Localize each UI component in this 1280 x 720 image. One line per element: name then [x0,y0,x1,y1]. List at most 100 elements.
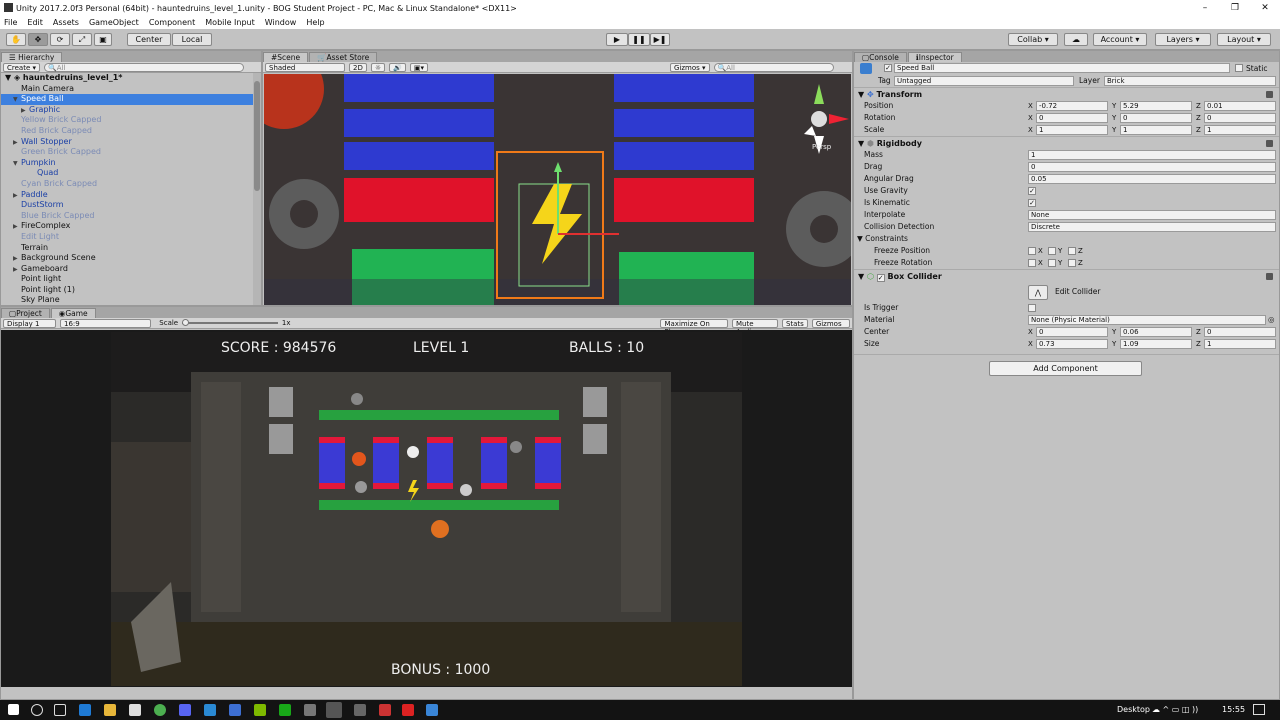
is-trigger-checkbox[interactable] [1028,304,1036,312]
object-name-field[interactable]: Speed Ball [894,63,1230,73]
app-icon-1[interactable] [179,704,191,716]
tray-icons[interactable]: ☁ ^ ▭ ◫ )) [1152,705,1198,714]
step-button[interactable]: ▶❚ [650,33,670,46]
constraints-row[interactable]: ▼ Constraints [854,233,1279,245]
collab-button[interactable]: Collab ▾ [1008,33,1058,46]
cloud-icon[interactable]: ☁ [1064,33,1088,46]
hierarchy-item[interactable]: Main Camera [1,84,261,95]
audio-toggle-icon[interactable]: 🔊 [389,62,406,72]
app-icon-2[interactable] [204,704,216,716]
tag-dropdown[interactable]: Untagged [894,76,1074,86]
menu-gameobject[interactable]: GameObject [89,18,139,27]
hierarchy-item[interactable]: ▼ Speed Ball [1,94,261,105]
transform-x-field[interactable]: 1 [1036,125,1108,135]
hand-tool-icon[interactable]: ✋ [6,33,26,46]
transform-z-field[interactable]: 0.01 [1204,101,1276,111]
scene-viewport[interactable]: Persp [264,74,851,305]
center-x-field[interactable]: 0 [1036,327,1108,337]
hierarchy-item[interactable]: ▶ Background Scene [1,253,261,264]
freeze-pos-y-checkbox[interactable] [1048,247,1056,255]
tab-scene[interactable]: #Scene [263,52,309,62]
app-icon-5[interactable] [279,704,291,716]
store-icon[interactable] [129,704,141,716]
interpolate-dropdown[interactable]: None [1028,210,1276,220]
desktop-toolbar-label[interactable]: Desktop [1117,705,1150,714]
hierarchy-scroll-thumb[interactable] [254,81,260,191]
scene-root[interactable]: ▼ ◈ hauntedruins_level_1* [1,73,261,84]
hierarchy-item[interactable]: ▶ Paddle [1,190,261,201]
layout-dropdown[interactable]: Layout ▾ [1217,33,1271,46]
shading-mode-dropdown[interactable]: Shaded [265,62,345,72]
scale-slider[interactable] [182,319,278,326]
freeze-pos-x-checkbox[interactable] [1028,247,1036,255]
file-explorer-icon[interactable] [104,704,116,716]
transform-header[interactable]: ▼ ✥ Transform [854,87,1279,100]
tab-hierarchy[interactable]: ☰ Hierarchy [1,52,63,62]
maximize-on-play-toggle[interactable]: Maximize On Play [660,318,728,336]
object-active-checkbox[interactable]: ✓ [884,64,892,72]
lighting-toggle-icon[interactable]: ☼ [370,62,386,72]
menu-window[interactable]: Window [265,18,297,27]
hierarchy-item[interactable]: Blue Brick Capped [1,211,261,222]
clock[interactable]: 15:55 [1222,705,1245,714]
layer-dropdown[interactable]: Brick [1104,76,1276,86]
layers-dropdown[interactable]: Layers ▾ [1155,33,1211,46]
static-checkbox[interactable] [1235,64,1243,72]
rigidbody-header[interactable]: ▼ ⬢ Rigidbody [854,136,1279,149]
account-dropdown[interactable]: Account ▾ [1093,33,1147,46]
hierarchy-item[interactable]: Sky Plane [1,295,261,306]
maximize-button[interactable]: ❐ [1220,0,1250,16]
move-tool-icon[interactable]: ✥ [28,33,48,46]
freeze-rot-z-checkbox[interactable] [1068,259,1076,267]
edge-browser-icon[interactable] [79,704,91,716]
menu-help[interactable]: Help [306,18,324,27]
hierarchy-item[interactable]: ▶ FireComplex [1,221,261,232]
rigidbody-settings-icon[interactable] [1266,140,1273,147]
app-icon-7[interactable] [354,704,366,716]
unity-taskbar-icon[interactable] [326,702,342,718]
menu-component[interactable]: Component [149,18,195,27]
display-dropdown[interactable]: Display 1 [3,318,56,328]
box-collider-settings-icon[interactable] [1266,273,1273,280]
menu-assets[interactable]: Assets [53,18,79,27]
app-icon-9[interactable] [402,704,414,716]
persp-label[interactable]: Persp [812,143,832,151]
app-icon-4[interactable] [254,704,266,716]
hierarchy-item[interactable]: ▼ Pumpkin [1,158,261,169]
game-gizmos-dropdown[interactable]: Gizmos ▾ [811,318,851,336]
game-viewport[interactable]: SCORE : 984576 LEVEL 1 BALLS : 10 BONUS … [111,332,742,686]
use-gravity-checkbox[interactable]: ✓ [1028,187,1036,195]
hierarchy-item[interactable]: Point light [1,274,261,285]
add-component-button[interactable]: Add Component [989,361,1142,376]
app-icon-8[interactable] [379,704,391,716]
hierarchy-item[interactable]: Red Brick Capped [1,126,261,137]
size-x-field[interactable]: 0.73 [1036,339,1108,349]
hierarchy-item[interactable]: ▶ Gameboard [1,264,261,275]
tab-console[interactable]: ▢Console [854,52,907,62]
edit-collider-button[interactable]: ⋀ [1028,285,1048,300]
mute-audio-toggle[interactable]: Mute Audio [731,318,778,336]
2d-toggle[interactable]: 2D [349,62,367,72]
pivot-center-button[interactable]: Center [127,33,171,46]
transform-settings-icon[interactable] [1266,91,1273,98]
chrome-icon[interactable] [154,704,166,716]
object-picker-icon[interactable]: ◎ [1268,314,1275,326]
size-y-field[interactable]: 1.09 [1120,339,1192,349]
hierarchy-item[interactable]: Point light (1) [1,285,261,296]
scene-search-input[interactable]: 🔍All [713,62,834,72]
app-icon-10[interactable] [426,704,438,716]
tab-asset-store[interactable]: 🛒Asset Store [309,52,378,62]
is-kinematic-checkbox[interactable]: ✓ [1028,199,1036,207]
tab-project[interactable]: ▢Project [1,308,50,318]
menu-mobile-input[interactable]: Mobile Input [205,18,255,27]
stats-toggle[interactable]: Stats [781,318,808,328]
box-collider-header[interactable]: ▼ ⬡ ✓ Box Collider [854,269,1279,282]
scale-tool-icon[interactable]: ⤢ [72,33,92,46]
windows-start-icon[interactable] [8,704,19,715]
transform-y-field[interactable]: 1 [1120,125,1192,135]
hierarchy-item[interactable]: Yellow Brick Capped [1,115,261,126]
mass-field[interactable]: 1 [1028,150,1276,160]
center-z-field[interactable]: 0 [1204,327,1276,337]
scale-slider-thumb[interactable] [182,319,190,326]
collision-detection-dropdown[interactable]: Discrete [1028,222,1276,232]
